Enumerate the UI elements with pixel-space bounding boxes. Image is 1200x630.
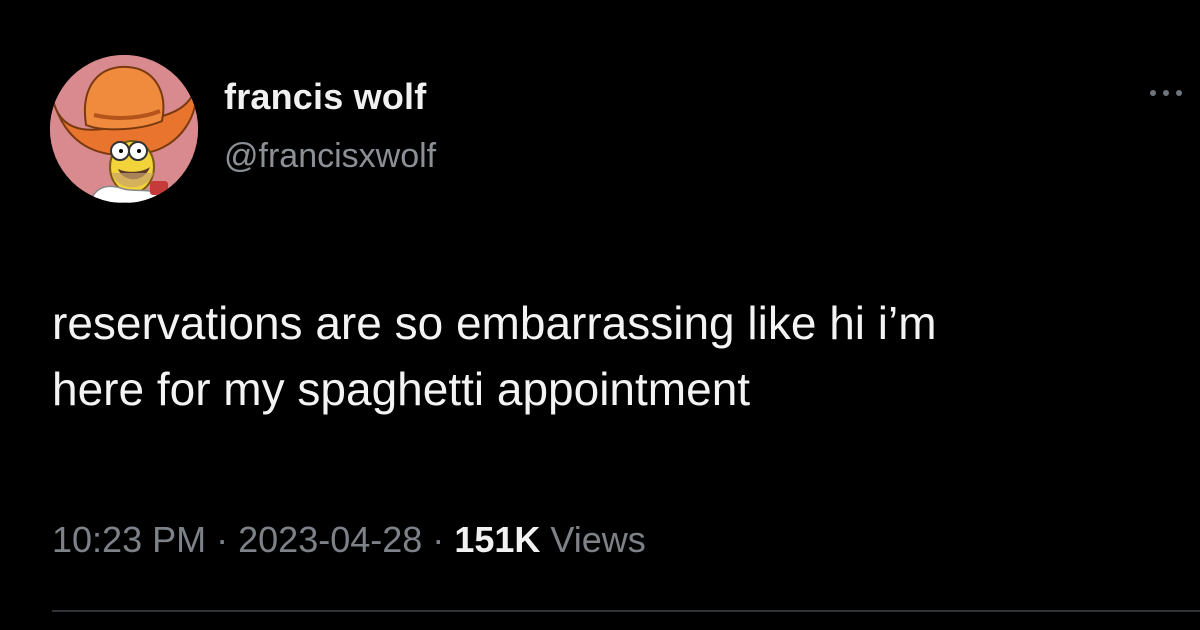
views-count[interactable]: 151K bbox=[454, 519, 540, 560]
tweet-date[interactable]: 2023-04-28 bbox=[238, 519, 422, 560]
author-handle[interactable]: @francisxwolf bbox=[224, 137, 436, 176]
dot-2 bbox=[1163, 90, 1169, 96]
meta-separator: · bbox=[432, 519, 445, 560]
homer-cowboy-hat-icon bbox=[50, 55, 198, 203]
tweet-meta: 10:23 PM · 2023-04-28 · 151K Views bbox=[52, 519, 646, 561]
tweet-time[interactable]: 10:23 PM bbox=[52, 519, 206, 560]
divider bbox=[52, 610, 1200, 612]
dot-3 bbox=[1176, 90, 1182, 96]
author-display-name[interactable]: francis wolf bbox=[224, 76, 426, 118]
tweet-card: francis wolf @francisxwolf reservations … bbox=[0, 0, 1200, 630]
meta-separator: · bbox=[216, 519, 229, 560]
dot-1 bbox=[1150, 90, 1156, 96]
views-label: Views bbox=[550, 519, 646, 560]
author-avatar[interactable] bbox=[50, 55, 198, 203]
tweet-text: reservations are so embarrassing like hi… bbox=[52, 290, 1152, 422]
more-dots-icon[interactable] bbox=[1150, 78, 1200, 108]
tweet-text-line-1: reservations are so embarrassing like hi… bbox=[52, 297, 937, 349]
tweet-text-line-2: here for my spaghetti appointment bbox=[52, 363, 751, 415]
